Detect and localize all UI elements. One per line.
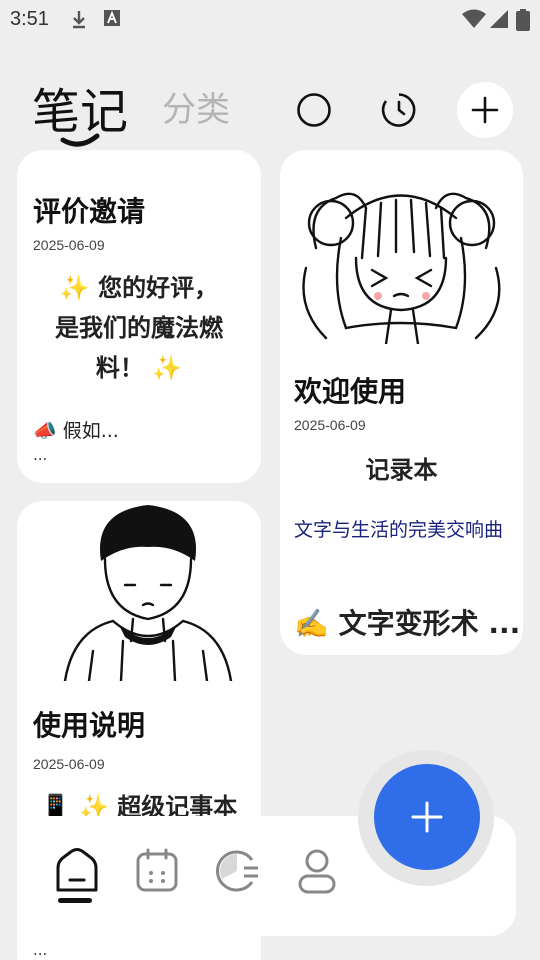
a-box-icon xyxy=(104,10,120,26)
nav-profile[interactable] xyxy=(292,846,342,896)
circle-icon xyxy=(297,93,331,127)
wifi-icon xyxy=(462,9,486,28)
nav-active-indicator xyxy=(58,898,92,903)
circle-button[interactable] xyxy=(286,82,342,138)
note-subtitle: 记录本 xyxy=(365,456,438,484)
chart-icon xyxy=(216,850,258,892)
battery-icon xyxy=(516,9,530,31)
history-button[interactable] xyxy=(371,82,427,138)
note-card-review[interactable]: 评价邀请 2025-06-09 ✨ 您的好评， 是我们的魔法燃 料！ ✨ 📣 假… xyxy=(17,150,261,483)
plus-icon xyxy=(411,801,443,833)
status-time: 3:51 xyxy=(10,8,49,30)
add-header-button[interactable] xyxy=(457,82,513,138)
nav-calendar[interactable] xyxy=(132,846,182,896)
status-bar: 3:51 xyxy=(0,0,540,38)
note-card-welcome[interactable]: 欢迎使用 2025-06-09 记录本 文字与生活的完美交响曲 ✍️ 文字变形术… xyxy=(280,150,523,655)
girl-illustration-icon xyxy=(302,192,501,344)
smile-indicator-icon xyxy=(60,133,100,147)
note-snippet: ✍️ 文字变形术 ... xyxy=(294,607,521,640)
note-title: 欢迎使用 xyxy=(294,375,407,408)
home-icon xyxy=(56,848,98,892)
note-title: 评价邀请 xyxy=(33,195,146,228)
plus-icon xyxy=(471,96,499,124)
tab-categories[interactable]: 分类 xyxy=(162,82,230,131)
note-snippet: 📣 假如... xyxy=(33,420,119,442)
note-title: 使用说明 xyxy=(33,709,146,742)
profile-icon xyxy=(298,849,336,894)
nav-stats[interactable] xyxy=(212,846,262,896)
note-body-line: 是我们的魔法燃 xyxy=(55,314,223,342)
clock-icon xyxy=(381,93,416,127)
nav-home[interactable] xyxy=(52,846,102,896)
boy-illustration-icon xyxy=(63,505,233,681)
signal-icon xyxy=(490,10,508,28)
calendar-icon xyxy=(136,848,178,892)
note-date: 2025-06-09 xyxy=(294,417,366,433)
note-date: 2025-06-09 xyxy=(33,237,105,253)
note-tail: ... xyxy=(33,941,48,959)
note-body-line: ✨ 您的好评， xyxy=(59,274,219,302)
download-icon xyxy=(73,11,85,29)
note-body-line: 料！ ✨ xyxy=(95,354,183,382)
note-tagline: 文字与生活的完美交响曲 xyxy=(294,519,504,541)
add-note-fab[interactable] xyxy=(374,764,480,870)
note-more: ... xyxy=(33,446,48,464)
note-date: 2025-06-09 xyxy=(33,756,105,772)
